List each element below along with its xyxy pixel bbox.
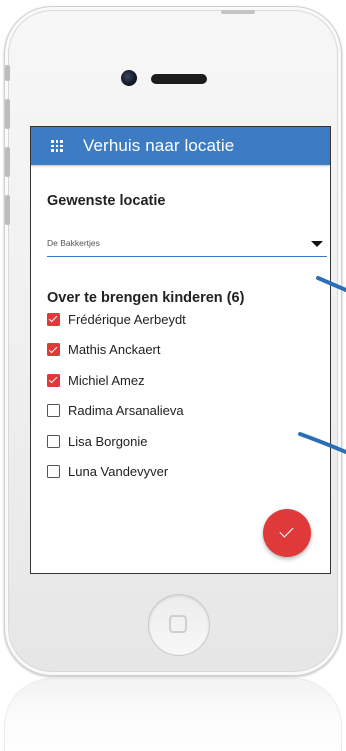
annotation-stroke: [298, 432, 346, 454]
annotation-strokes: [298, 276, 346, 454]
annotation-stroke: [316, 276, 346, 292]
device-mockup: Verhuis naar locatie Gewenste locatie De…: [0, 0, 346, 751]
